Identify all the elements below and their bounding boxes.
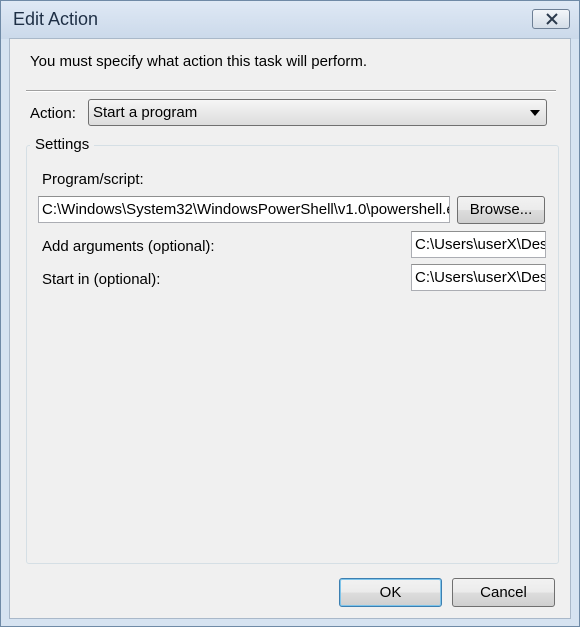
window-title: Edit Action (13, 9, 99, 29)
action-dropdown[interactable]: Start a program (88, 99, 547, 126)
edit-action-dialog: Edit Action You must specify what action… (0, 0, 580, 627)
add-arguments-label: Add arguments (optional): (42, 238, 215, 255)
close-icon (546, 13, 558, 25)
close-button[interactable] (532, 9, 570, 29)
intro-text: You must specify what action this task w… (30, 53, 368, 70)
program-script-label: Program/script: (42, 171, 144, 188)
cancel-button[interactable]: Cancel (452, 578, 555, 607)
start-in-input[interactable]: C:\Users\userX\Desktop (411, 264, 546, 291)
dialog-body: You must specify what action this task w… (9, 38, 571, 619)
browse-button[interactable]: Browse... (457, 196, 545, 224)
add-arguments-input[interactable]: C:\Users\userX\Desktop (411, 231, 546, 258)
settings-legend: Settings (30, 136, 95, 153)
program-script-input[interactable]: C:\Windows\System32\WindowsPowerShell\v1… (38, 196, 450, 223)
ok-button[interactable]: OK (339, 578, 442, 607)
action-selected-value: Start a program (93, 104, 198, 121)
action-label: Action: (30, 105, 76, 122)
start-in-label: Start in (optional): (42, 271, 161, 288)
separator (26, 90, 556, 92)
title-bar[interactable]: Edit Action (1, 1, 579, 39)
chevron-down-icon (530, 110, 540, 116)
